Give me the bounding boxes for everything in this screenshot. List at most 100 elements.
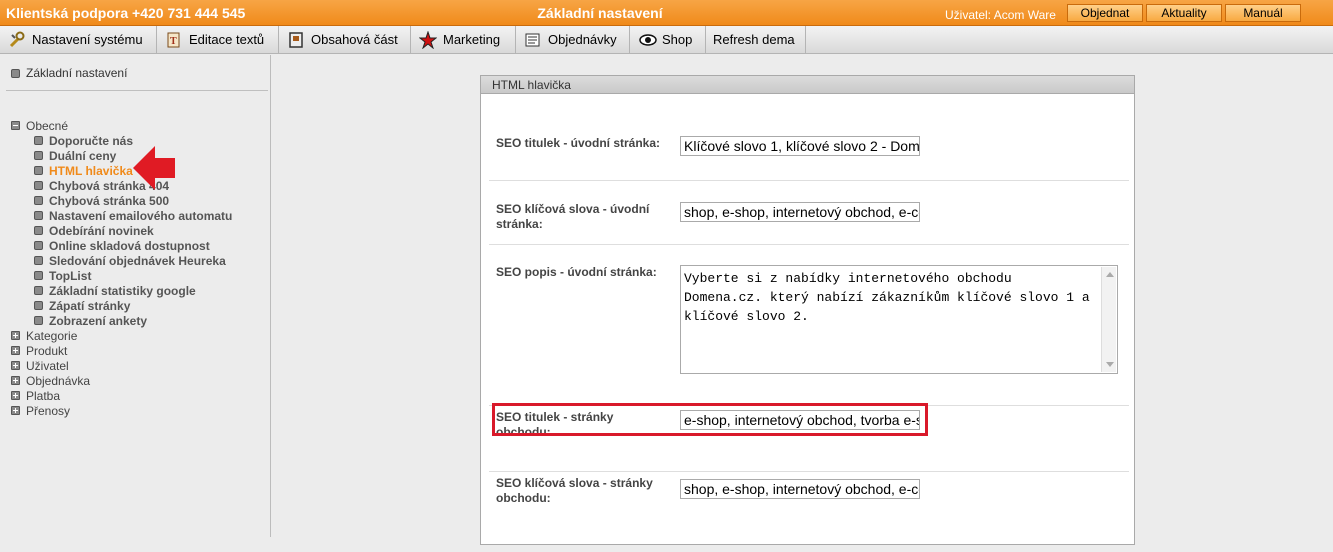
field-label: SEO titulek - úvodní stránka: (496, 136, 661, 150)
tree-item-heureka[interactable]: Sledování objednávek Heureka (11, 253, 232, 268)
seo-description-home-textarea[interactable]: Vyberte si z nabídky internetového obcho… (680, 265, 1118, 374)
tree-group-user[interactable]: Uživatel (11, 358, 232, 373)
text-edit-icon: T (165, 31, 183, 49)
tree-group-transfers[interactable]: Přenosy (11, 403, 232, 418)
tree-item-dual-prices[interactable]: Duální ceny (11, 148, 232, 163)
seo-keywords-shop-input[interactable]: shop, e-shop, internetový obchod, e-comm… (680, 479, 920, 499)
bullet-icon (34, 196, 43, 205)
expand-icon (11, 361, 20, 370)
tree-item-label: Duální ceny (49, 148, 117, 163)
tree-group-label: Objednávka (26, 373, 91, 388)
expand-icon (11, 406, 20, 415)
tree-item-email-automat[interactable]: Nastavení emailového automatu (11, 208, 232, 223)
tree-item-label: Nastavení emailového automatu (49, 208, 233, 223)
tree-item-polls[interactable]: Zobrazení ankety (11, 313, 232, 328)
red-highlight-box (492, 403, 928, 436)
tree-item-error-404[interactable]: Chybová stránka 404 (11, 178, 232, 193)
tree-group-category[interactable]: Kategorie (11, 328, 232, 343)
content-icon (287, 31, 305, 49)
tree-item-label: Základní statistiky google (49, 283, 196, 298)
html-header-panel: HTML hlavička SEO titulek - úvodní strán… (480, 75, 1135, 545)
field-row: SEO klíčová slova - úvodní stránka: shop… (489, 181, 1129, 245)
tree-item-error-500[interactable]: Chybová stránka 500 (11, 193, 232, 208)
field-row: SEO titulek - úvodní stránka: Klíčové sl… (489, 118, 1129, 181)
tree-group-label: Produkt (26, 343, 68, 358)
tree-group-label: Přenosy (26, 403, 71, 418)
bullet-icon (34, 316, 43, 325)
user-info: Uživatel: Acom Ware (945, 8, 1056, 22)
eye-icon (638, 31, 657, 49)
tree-item-footer[interactable]: Zápatí stránky (11, 298, 232, 313)
orders-icon (524, 31, 542, 49)
toolbar-label: Objednávky (548, 32, 617, 47)
toolbar-shop[interactable]: Shop (630, 26, 706, 53)
settings-tree: Obecné Doporučte nás Duální ceny HTML hl… (11, 118, 232, 418)
user-name: Acom Ware (993, 8, 1056, 22)
tree-item-google-stats[interactable]: Základní statistiky google (11, 283, 232, 298)
tree-item-label: TopList (49, 268, 92, 283)
tree-item-label: Chybová stránka 500 (49, 193, 170, 208)
order-button[interactable]: Objednat (1067, 4, 1143, 22)
divider (6, 90, 268, 91)
tree-item-label: Zobrazení ankety (49, 313, 148, 328)
toolbar-system-settings[interactable]: Nastavení systému (0, 26, 157, 53)
scroll-up-icon[interactable] (1106, 272, 1114, 277)
manual-button[interactable]: Manuál (1225, 4, 1301, 22)
main-content: HTML hlavička SEO titulek - úvodní strán… (272, 55, 1333, 545)
tree-item-label: Zápatí stránky (49, 298, 131, 313)
toolbar-content[interactable]: Obsahová část (279, 26, 411, 53)
toolbar-orders[interactable]: Objednávky (516, 26, 630, 53)
scroll-down-icon[interactable] (1106, 362, 1114, 367)
tree-item-stock-availability[interactable]: Online skladová dostupnost (11, 238, 232, 253)
collapse-icon (11, 121, 20, 130)
bullet-icon (34, 211, 43, 220)
field-label: SEO klíčová slova - úvodní stránka: (496, 202, 650, 231)
tree-item-recommend[interactable]: Doporučte nás (11, 133, 232, 148)
bullet-icon (34, 271, 43, 280)
tree-item-toplist[interactable]: TopList (11, 268, 232, 283)
tree-group-label: Platba (26, 388, 61, 403)
sidebar: Základní nastavení Obecné Doporučte nás … (0, 55, 271, 537)
star-icon (418, 29, 438, 49)
bullet-icon (34, 286, 43, 295)
field-row: SEO popis - úvodní stránka: Vyberte si z… (489, 245, 1129, 406)
textarea-scrollbar[interactable] (1101, 267, 1116, 372)
tree-item-html-header[interactable]: HTML hlavička (11, 163, 232, 178)
toolbar-text-editing[interactable]: T Editace textů (157, 26, 279, 53)
expand-icon (11, 331, 20, 340)
toolbar-refresh-demo[interactable]: Refresh dema (706, 26, 806, 53)
toolbar-label: Refresh dema (713, 32, 795, 47)
svg-text:T: T (170, 36, 177, 47)
bullet-icon (34, 241, 43, 250)
toolbar-label: Obsahová část (311, 32, 398, 47)
toolbar-label: Shop (662, 32, 693, 47)
tree-group-general[interactable]: Obecné (11, 118, 232, 133)
tree-group-payment[interactable]: Platba (11, 388, 232, 403)
tree-group-label: Kategorie (26, 328, 78, 343)
bullet-icon (34, 151, 43, 160)
tree-item-label: Doporučte nás (49, 133, 134, 148)
expand-icon (11, 346, 20, 355)
textarea-text: Vyberte si z nabídky internetového obcho… (684, 271, 1090, 324)
tree-group-order[interactable]: Objednávka (11, 373, 232, 388)
field-row: SEO klíčová slova - stránky obchodu: sho… (489, 472, 1129, 552)
tree-item-newsletter[interactable]: Odebírání novinek (11, 223, 232, 238)
bullet-icon (34, 181, 43, 190)
panel-header: HTML hlavička (481, 76, 1134, 94)
toolbar-marketing[interactable]: Marketing (411, 26, 516, 53)
sidebar-item-basic-settings[interactable]: Základní nastavení (11, 66, 127, 80)
expand-icon (11, 376, 20, 385)
bullet-icon (11, 68, 20, 78)
tree-item-label: Online skladová dostupnost (49, 238, 210, 253)
toolbar-label: Marketing (443, 32, 501, 47)
bullet-icon (34, 166, 43, 175)
user-label: Uživatel: (945, 8, 992, 22)
tree-group-label: Uživatel (26, 358, 69, 373)
main-toolbar: Nastavení systému T Editace textů Obsaho… (0, 26, 1333, 54)
news-button[interactable]: Aktuality (1146, 4, 1222, 22)
tree-group-product[interactable]: Produkt (11, 343, 232, 358)
seo-title-home-input[interactable]: Klíčové slovo 1, klíčové slovo 2 - Domen… (680, 136, 920, 156)
seo-keywords-home-input[interactable]: shop, e-shop, internetový obchod, e-comm… (680, 202, 920, 222)
bullet-icon (34, 301, 43, 310)
sidebar-item-label: Základní nastavení (26, 66, 128, 80)
